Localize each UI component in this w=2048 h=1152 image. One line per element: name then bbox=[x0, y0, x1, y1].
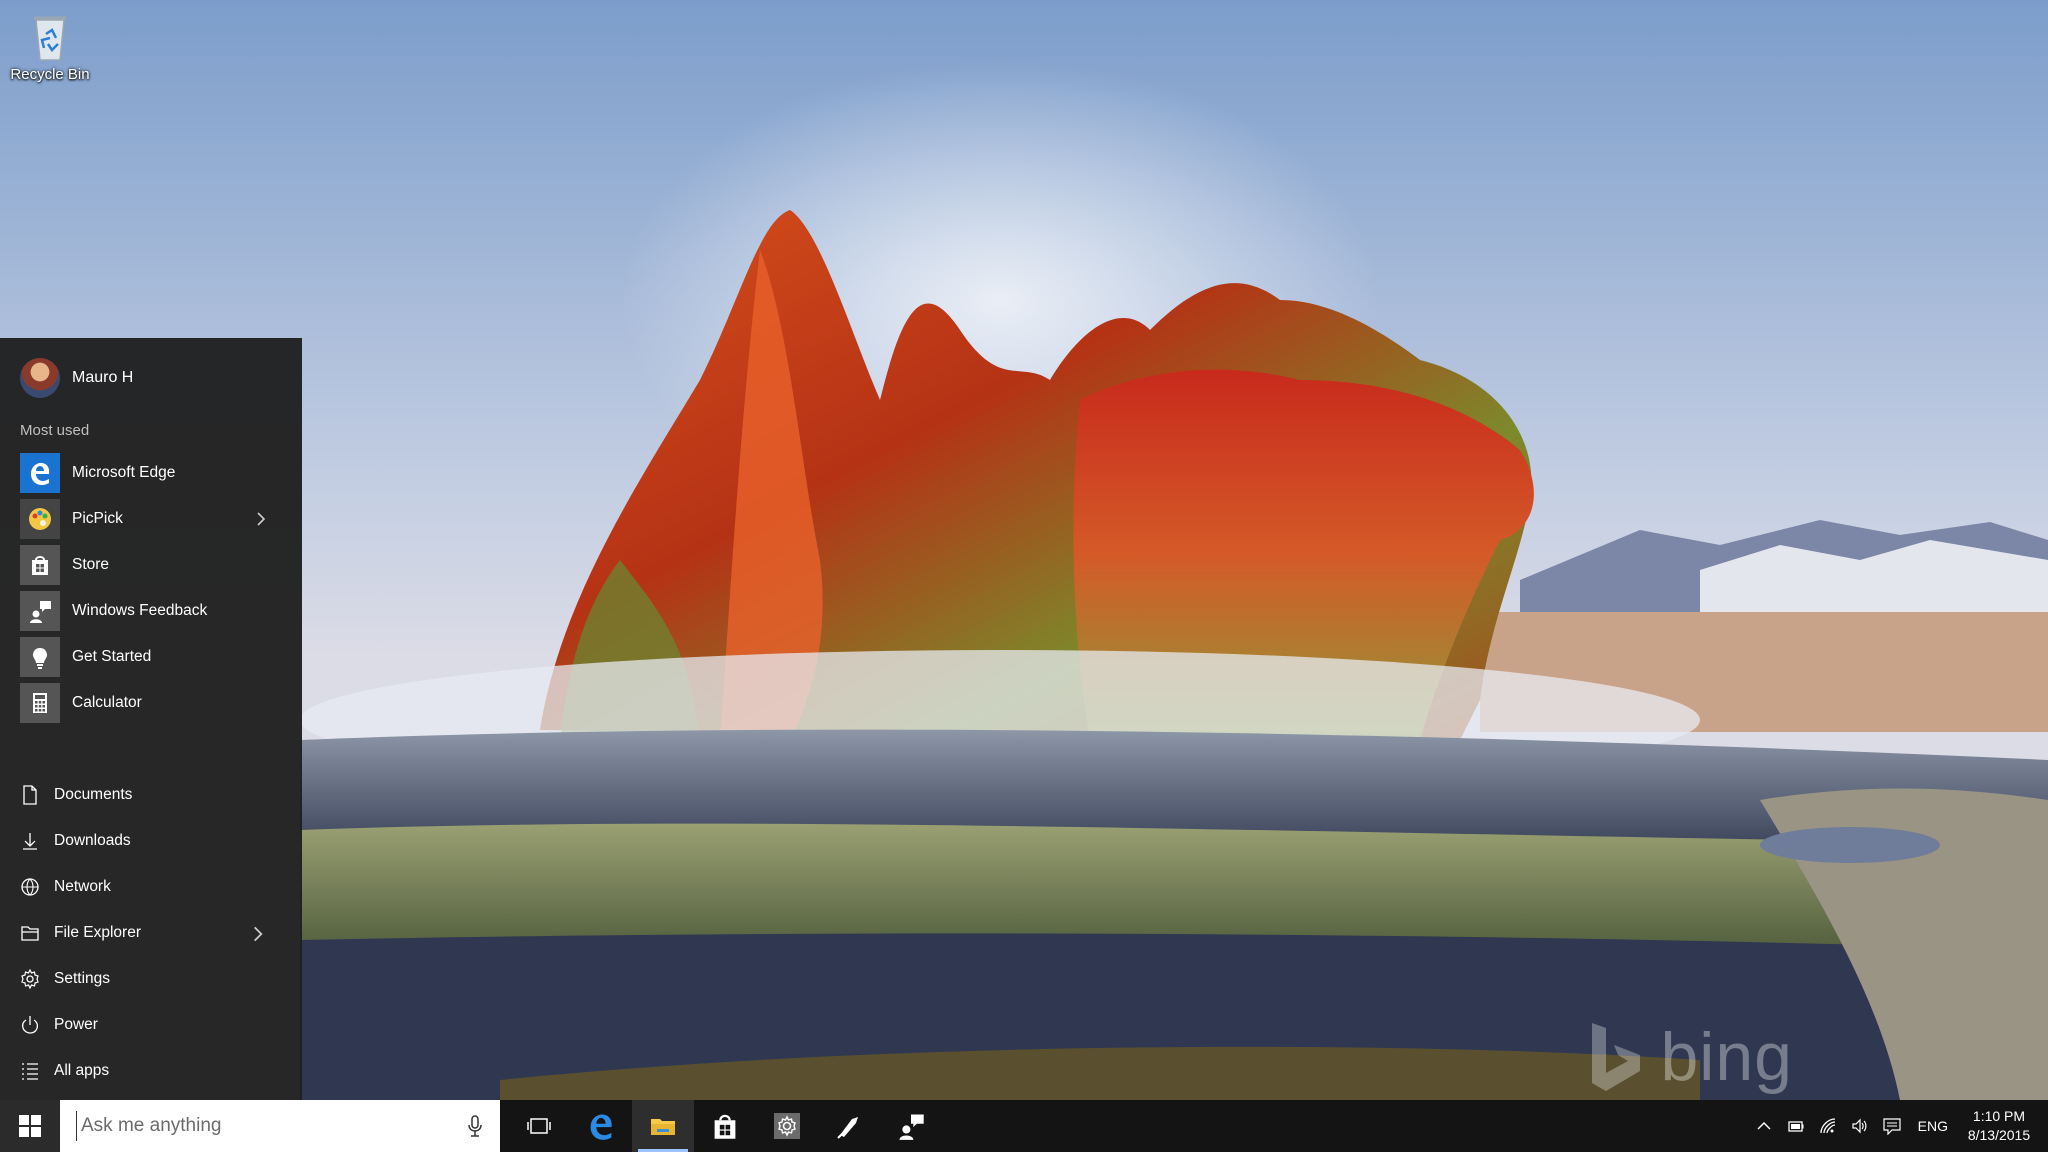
taskbar-picpick-button[interactable] bbox=[818, 1100, 880, 1152]
app-item-microsoft-edge[interactable]: Microsoft Edge bbox=[0, 450, 302, 496]
windows-logo-icon bbox=[19, 1115, 41, 1137]
clock-button[interactable]: 1:10 PM 8/13/2015 bbox=[1958, 1107, 2048, 1145]
gear-icon bbox=[774, 1113, 800, 1139]
task-view-icon bbox=[527, 1118, 551, 1134]
most-used-list: Microsoft Edge PicPick Store Windows Fee… bbox=[0, 450, 302, 726]
desktop: Recycle Bin bing bbox=[0, 0, 2048, 1100]
app-label: Microsoft Edge bbox=[72, 464, 176, 481]
start-menu: Mauro H Most used Microsoft Edge PicPick… bbox=[0, 338, 302, 1100]
app-label: Calculator bbox=[72, 694, 142, 711]
picpick-icon bbox=[29, 508, 51, 530]
place-label: Downloads bbox=[54, 832, 131, 849]
user-account-button[interactable]: Mauro H bbox=[0, 356, 302, 400]
calculator-tile bbox=[20, 683, 60, 723]
place-label: Network bbox=[54, 878, 111, 895]
taskbar-feedback-button[interactable] bbox=[880, 1100, 942, 1152]
gear-icon bbox=[21, 969, 39, 989]
place-label: Settings bbox=[54, 970, 111, 987]
store-icon bbox=[32, 556, 48, 575]
battery-icon bbox=[1788, 1121, 1804, 1132]
edge-tile bbox=[20, 453, 60, 493]
bing-watermark: bing bbox=[1588, 1018, 1793, 1096]
calculator-icon bbox=[33, 693, 47, 713]
taskbar: ENG 1:10 PM 8/13/2015 bbox=[0, 1100, 2048, 1152]
system-tray: ENG 1:10 PM 8/13/2015 bbox=[1748, 1100, 2048, 1152]
clock-time: 1:10 PM bbox=[1972, 1108, 2026, 1124]
edge-icon bbox=[590, 1114, 612, 1140]
pinned-apps bbox=[508, 1100, 942, 1152]
chevron-right-icon[interactable] bbox=[248, 924, 268, 944]
download-icon bbox=[23, 833, 37, 850]
edge-icon bbox=[31, 463, 50, 485]
picpick-icon bbox=[837, 1117, 858, 1139]
place-item-documents[interactable]: Documents bbox=[0, 772, 302, 818]
feedback-icon bbox=[899, 1114, 924, 1140]
chevron-right-icon[interactable] bbox=[254, 510, 268, 528]
place-label: Power bbox=[54, 1016, 98, 1033]
battery-button[interactable] bbox=[1780, 1100, 1812, 1152]
action-center-button[interactable] bbox=[1876, 1100, 1908, 1152]
notification-icon bbox=[1883, 1118, 1901, 1135]
network-icon bbox=[21, 878, 39, 896]
wifi-button[interactable] bbox=[1812, 1100, 1844, 1152]
place-item-network[interactable]: Network bbox=[0, 864, 302, 910]
microphone-icon[interactable] bbox=[466, 1114, 484, 1138]
most-used-heading: Most used bbox=[20, 422, 90, 439]
input-language-indicator[interactable]: ENG bbox=[1908, 1118, 1958, 1134]
file-explorer-icon bbox=[21, 926, 39, 941]
place-item-all-apps[interactable]: All apps bbox=[0, 1048, 302, 1094]
search-input[interactable] bbox=[76, 1111, 436, 1141]
place-label: Documents bbox=[54, 786, 133, 803]
volume-icon bbox=[1852, 1118, 1867, 1134]
user-name: Mauro H bbox=[72, 369, 134, 386]
app-label: Store bbox=[72, 556, 110, 573]
recycle-bin-icon bbox=[34, 16, 66, 61]
feedback-icon bbox=[30, 601, 51, 623]
place-item-settings[interactable]: Settings bbox=[0, 956, 302, 1002]
place-item-power[interactable]: Power bbox=[0, 1002, 302, 1048]
recycle-bin-label: Recycle Bin bbox=[10, 66, 90, 83]
wifi-icon bbox=[1820, 1118, 1835, 1134]
place-label: File Explorer bbox=[54, 924, 141, 941]
all-apps-icon bbox=[22, 1063, 38, 1080]
clock-date: 8/13/2015 bbox=[1967, 1127, 2031, 1143]
app-item-windows-feedback[interactable]: Windows Feedback bbox=[0, 588, 302, 634]
bing-logo-icon bbox=[1592, 1023, 1641, 1091]
lightbulb-icon bbox=[33, 648, 47, 669]
power-icon bbox=[21, 1016, 39, 1034]
place-label: All apps bbox=[54, 1062, 110, 1079]
show-hidden-icons-button[interactable] bbox=[1748, 1100, 1780, 1152]
recycle-bin-shortcut[interactable]: Recycle Bin bbox=[6, 8, 94, 100]
app-label: Windows Feedback bbox=[72, 602, 208, 619]
app-label: PicPick bbox=[72, 510, 123, 527]
document-icon bbox=[23, 785, 37, 805]
place-item-file-explorer[interactable]: File Explorer bbox=[0, 910, 302, 956]
volume-button[interactable] bbox=[1844, 1100, 1876, 1152]
wallpaper-image bbox=[0, 0, 2048, 1100]
cortana-search-box[interactable] bbox=[60, 1100, 500, 1152]
bing-text: bing bbox=[1660, 1019, 1793, 1095]
get-started-tile bbox=[20, 637, 60, 677]
taskbar-store-button[interactable] bbox=[694, 1100, 756, 1152]
start-button[interactable] bbox=[0, 1100, 60, 1152]
app-item-get-started[interactable]: Get Started bbox=[0, 634, 302, 680]
avatar bbox=[20, 358, 60, 398]
taskbar-edge-button[interactable] bbox=[570, 1100, 632, 1152]
taskbar-file-explorer-button[interactable] bbox=[632, 1100, 694, 1152]
folder-icon bbox=[651, 1119, 675, 1135]
app-item-calculator[interactable]: Calculator bbox=[0, 680, 302, 726]
app-item-store[interactable]: Store bbox=[0, 542, 302, 588]
app-item-picpick[interactable]: PicPick bbox=[0, 496, 302, 542]
task-view-button[interactable] bbox=[508, 1100, 570, 1152]
store-icon bbox=[714, 1114, 736, 1139]
chevron-up-icon bbox=[1757, 1121, 1771, 1130]
store-tile bbox=[20, 545, 60, 585]
places-list: Documents Downloads Network File Explore… bbox=[0, 772, 302, 1094]
place-item-downloads[interactable]: Downloads bbox=[0, 818, 302, 864]
app-label: Get Started bbox=[72, 648, 152, 665]
picpick-tile bbox=[20, 499, 60, 539]
feedback-tile bbox=[20, 591, 60, 631]
taskbar-settings-button[interactable] bbox=[756, 1100, 818, 1152]
